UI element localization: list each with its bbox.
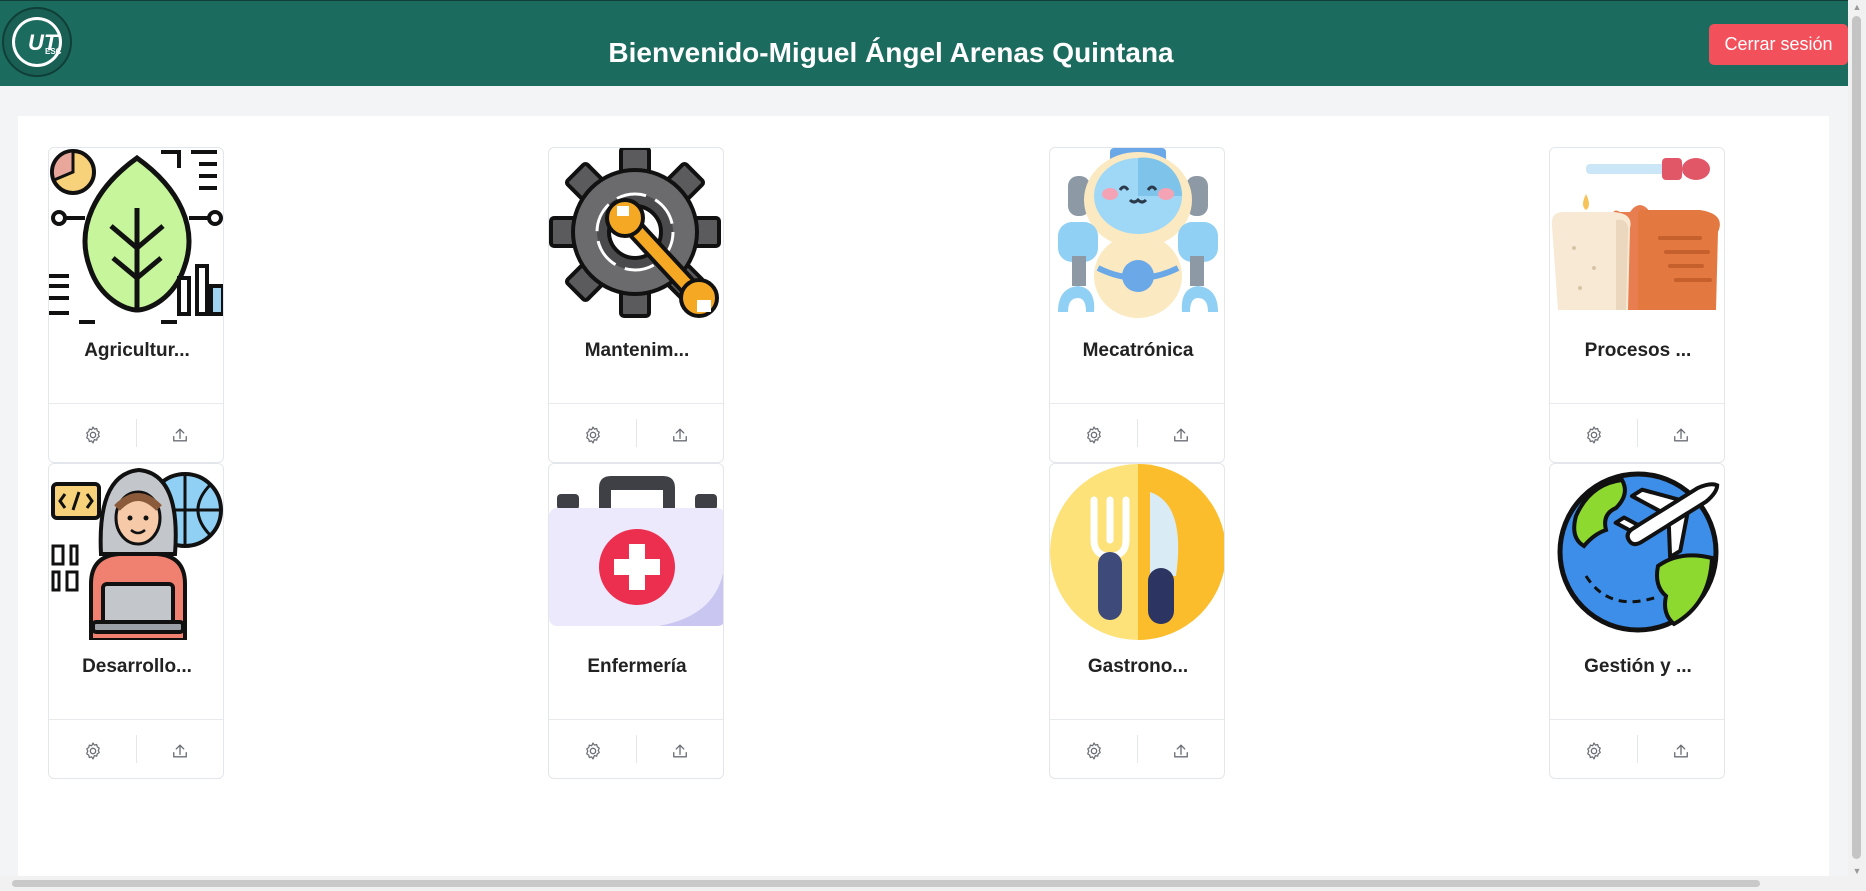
action-divider bbox=[636, 419, 637, 447]
logout-button[interactable]: Cerrar sesión bbox=[1709, 24, 1848, 65]
scroll-up-arrow[interactable]: ▲ bbox=[1848, 0, 1866, 14]
gear-icon bbox=[86, 742, 100, 760]
vertical-scroll-thumb[interactable] bbox=[1852, 16, 1861, 859]
career-name: Procesos ... bbox=[1584, 340, 1692, 361]
gear-icon bbox=[1587, 742, 1601, 760]
horizontal-scrollbar[interactable] bbox=[0, 876, 1848, 891]
upload-icon bbox=[673, 744, 687, 758]
upload-icon bbox=[673, 428, 687, 442]
upload-button[interactable] bbox=[1666, 420, 1696, 450]
action-divider bbox=[1137, 419, 1138, 447]
card-actions bbox=[1550, 719, 1724, 778]
developer-icon bbox=[51, 467, 223, 640]
career-card[interactable]: Desarrollo... bbox=[48, 463, 224, 779]
leaf-icon bbox=[49, 149, 223, 324]
career-card[interactable]: Mantenim... bbox=[548, 147, 724, 463]
gear-icon bbox=[1087, 742, 1101, 760]
career-card[interactable]: Mecatrónica bbox=[1049, 147, 1225, 463]
card-actions bbox=[549, 719, 723, 778]
career-card[interactable]: Procesos ... bbox=[1549, 147, 1725, 463]
top-navbar: UT ESC Bienvenido-Miguel Ángel Arenas Qu… bbox=[0, 0, 1848, 86]
card-actions bbox=[549, 403, 723, 462]
scroll-down-arrow[interactable]: ▼ bbox=[1848, 864, 1866, 878]
upload-button[interactable] bbox=[165, 420, 195, 450]
settings-button[interactable] bbox=[578, 736, 608, 766]
card-actions bbox=[49, 719, 223, 778]
gear-icon bbox=[1087, 426, 1101, 444]
career-name: Agricultur... bbox=[84, 340, 190, 361]
settings-button[interactable] bbox=[78, 736, 108, 766]
settings-button[interactable] bbox=[1079, 420, 1109, 450]
career-name: Mantenim... bbox=[584, 340, 690, 361]
upload-icon bbox=[173, 744, 187, 758]
action-divider bbox=[1637, 735, 1638, 763]
first-aid-kit-icon bbox=[549, 476, 723, 626]
horizontal-scroll-thumb[interactable] bbox=[12, 880, 1760, 887]
upload-icon bbox=[1174, 744, 1188, 758]
fork-knife-icon bbox=[1050, 464, 1224, 640]
settings-button[interactable] bbox=[578, 420, 608, 450]
career-name: Enfermería bbox=[587, 656, 687, 677]
card-actions bbox=[1050, 403, 1224, 462]
upload-icon bbox=[1674, 744, 1688, 758]
career-name: Desarrollo... bbox=[82, 656, 192, 677]
career-card[interactable]: Gastrono... bbox=[1049, 463, 1225, 779]
settings-button[interactable] bbox=[78, 420, 108, 450]
career-card[interactable]: Agricultur... bbox=[48, 147, 224, 463]
upload-icon bbox=[1674, 428, 1688, 442]
career-name: Gestión y ... bbox=[1584, 656, 1692, 677]
action-divider bbox=[1637, 419, 1638, 447]
upload-icon bbox=[1174, 428, 1188, 442]
upload-button[interactable] bbox=[1666, 736, 1696, 766]
gear-wrench-icon bbox=[549, 148, 721, 318]
page-title: Bienvenido-Miguel Ángel Arenas Quintana bbox=[608, 37, 1174, 68]
gear-icon bbox=[586, 742, 600, 760]
action-divider bbox=[136, 419, 137, 447]
upload-icon bbox=[173, 428, 187, 442]
card-actions bbox=[1550, 403, 1724, 462]
action-divider bbox=[136, 735, 137, 763]
upload-button[interactable] bbox=[665, 420, 695, 450]
upload-button[interactable] bbox=[1166, 736, 1196, 766]
card-actions bbox=[49, 403, 223, 462]
gear-icon bbox=[1587, 426, 1601, 444]
career-name: Mecatrónica bbox=[1082, 340, 1194, 361]
action-divider bbox=[1137, 735, 1138, 763]
settings-button[interactable] bbox=[1079, 736, 1109, 766]
globe-airplane-icon bbox=[1557, 471, 1720, 633]
settings-button[interactable] bbox=[1579, 736, 1609, 766]
vertical-scrollbar[interactable]: ▲ ▼ bbox=[1848, 0, 1866, 891]
card-actions bbox=[1050, 719, 1224, 778]
upload-button[interactable] bbox=[165, 736, 195, 766]
upload-button[interactable] bbox=[1166, 420, 1196, 450]
bread-dropper-icon bbox=[1551, 158, 1720, 310]
gear-icon bbox=[586, 426, 600, 444]
action-divider bbox=[636, 735, 637, 763]
settings-button[interactable] bbox=[1579, 420, 1609, 450]
robot-icon bbox=[1058, 148, 1218, 318]
career-card[interactable]: Enfermería bbox=[548, 463, 724, 779]
upload-button[interactable] bbox=[665, 736, 695, 766]
career-name: Gastrono... bbox=[1087, 656, 1189, 677]
gear-icon bbox=[86, 426, 100, 444]
career-card[interactable]: Gestión y ... bbox=[1549, 463, 1725, 779]
